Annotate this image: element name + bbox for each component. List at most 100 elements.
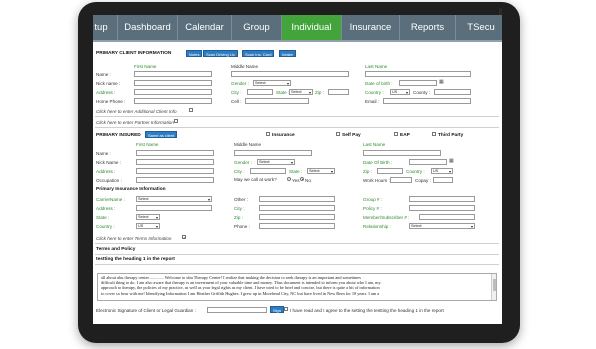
- client-first-name-header: First Name: [134, 64, 157, 69]
- nav-tab-insurance[interactable]: Insurance: [342, 15, 400, 40]
- partner-info-link[interactable]: Click here to enter Partner Information: [96, 120, 174, 125]
- client-dob-label: Date of birth :: [365, 81, 393, 86]
- insured-gender-label: Gender :: [234, 160, 252, 165]
- insurance-state-select[interactable]: Select: [136, 214, 160, 220]
- call-at-work-no-radio[interactable]: [300, 177, 304, 181]
- third-party-option-label: Third Party: [438, 133, 464, 138]
- client-cell-input[interactable]: [245, 98, 309, 104]
- client-middle-name-input[interactable]: [231, 71, 349, 77]
- insured-state-select[interactable]: Select: [307, 168, 335, 174]
- carrier-name-label: CarrierName :: [96, 197, 125, 202]
- client-gender-select[interactable]: Select: [253, 80, 291, 86]
- group-number-input[interactable]: [409, 196, 475, 202]
- self-pay-checkbox[interactable]: [336, 132, 340, 136]
- additional-client-info-checkbox[interactable]: [189, 108, 193, 112]
- scrollbar-thumb[interactable]: [493, 279, 496, 291]
- insured-city-input[interactable]: [250, 168, 286, 174]
- call-at-work-yes-label: Yes: [292, 178, 300, 183]
- member-subscriber-input[interactable]: [419, 214, 475, 220]
- insured-country-select[interactable]: US: [431, 168, 453, 174]
- insured-address-input[interactable]: [136, 168, 214, 174]
- client-county-input[interactable]: [434, 89, 471, 95]
- same-as-client-button[interactable]: Same as client: [145, 131, 178, 138]
- other-label: Other :: [234, 197, 249, 202]
- additional-client-info-link[interactable]: Click here to enter Additional Client In…: [96, 109, 177, 114]
- agree-text: I have read and I agree to the setting t…: [290, 308, 444, 313]
- client-cell-label: Cell :: [231, 99, 242, 104]
- insurance-checkbox[interactable]: [266, 132, 270, 136]
- insurance-state-label: State :: [96, 215, 110, 220]
- insured-zip-input[interactable]: [377, 168, 403, 174]
- eap-checkbox[interactable]: [394, 132, 398, 136]
- insurance-address-label: Address :: [96, 206, 116, 211]
- client-dob-input[interactable]: [399, 80, 437, 86]
- notes-button[interactable]: Notes: [186, 50, 203, 57]
- insurance-address-input[interactable]: [136, 205, 212, 211]
- sign-button[interactable]: Sign: [270, 306, 285, 313]
- client-nick-name-label: Nick name :: [96, 81, 121, 86]
- third-party-checkbox[interactable]: [432, 132, 436, 136]
- scan-insurance-card-button[interactable]: Scan Ins. Card: [242, 50, 275, 57]
- terms-subtitle: testting the heading 1 in the report: [96, 257, 175, 262]
- insurance-option-label: Insurance: [272, 133, 295, 138]
- signature-input[interactable]: [207, 307, 267, 313]
- calendar-icon[interactable]: ▦: [449, 158, 455, 164]
- insurance-country-label: Country :: [96, 224, 115, 229]
- nav-tab-reports[interactable]: Reports: [400, 15, 456, 40]
- scan-driving-license-button[interactable]: Scan Driving Lic: [203, 50, 238, 57]
- agree-checkbox[interactable]: [284, 307, 288, 311]
- carrier-name-select[interactable]: Select: [136, 196, 212, 202]
- insured-last-name-input[interactable]: [363, 150, 441, 156]
- insured-occupation-input[interactable]: [136, 177, 214, 183]
- primary-insured-title: PRIMARY INSURED: [96, 133, 141, 138]
- client-zip-label: Zip :: [315, 90, 324, 95]
- insured-state-label: State :: [289, 169, 303, 174]
- divider: [95, 127, 499, 128]
- terms-info-checkbox[interactable]: ✓: [182, 235, 186, 240]
- insurance-country-select[interactable]: US: [136, 223, 160, 229]
- insurance-zip-input[interactable]: [259, 214, 335, 220]
- insured-nick-name-input[interactable]: [136, 159, 214, 165]
- client-home-phone-input[interactable]: [134, 98, 212, 104]
- relationship-select[interactable]: Select: [409, 223, 475, 229]
- insured-middle-name-input[interactable]: [234, 150, 312, 156]
- terms-line: to cover so bear with me! Identifying In…: [101, 290, 380, 296]
- client-email-input[interactable]: [383, 98, 471, 104]
- nav-tab-dashboard[interactable]: Dashboard: [118, 15, 178, 40]
- insurance-phone-input[interactable]: [259, 223, 335, 229]
- copay-input[interactable]: [433, 177, 453, 183]
- nav-tab-individual[interactable]: Individual: [282, 15, 342, 40]
- other-input[interactable]: [259, 196, 335, 202]
- client-country-select[interactable]: US: [390, 89, 410, 95]
- insured-gender-select[interactable]: Select: [257, 159, 295, 165]
- nav-tab-group[interactable]: Group: [232, 15, 282, 40]
- call-at-work-no-label: No: [305, 178, 311, 183]
- nav-tab-setup[interactable]: tup: [93, 15, 118, 40]
- client-state-select[interactable]: Select: [289, 89, 313, 95]
- policy-number-input[interactable]: [409, 205, 475, 211]
- client-address-input[interactable]: [134, 89, 212, 95]
- partner-info-checkbox[interactable]: [174, 119, 178, 123]
- client-form: PRIMARY CLIENT INFORMATION Notes Scan Dr…: [93, 42, 502, 324]
- insured-first-name-input[interactable]: [136, 150, 214, 156]
- client-nick-name-input[interactable]: [134, 80, 212, 86]
- work-hours-input[interactable]: [390, 177, 412, 183]
- client-home-phone-label: Home Phone :: [96, 99, 126, 104]
- terms-scrollbar[interactable]: [491, 274, 496, 300]
- call-at-work-yes-radio[interactable]: [287, 177, 291, 181]
- insurance-city-input[interactable]: [259, 205, 335, 211]
- client-first-name-input[interactable]: [134, 71, 212, 77]
- terms-text-area[interactable]: all about ubu therapy center............…: [97, 273, 497, 301]
- client-address-label: Address :: [96, 90, 116, 95]
- calendar-icon[interactable]: ▦: [439, 79, 445, 85]
- nav-tab-calendar[interactable]: Calendar: [178, 15, 232, 40]
- terms-info-link[interactable]: Click here to enter Terms Information: [96, 236, 171, 241]
- client-last-name-input[interactable]: [365, 71, 471, 77]
- insured-dob-input[interactable]: [409, 159, 447, 165]
- client-middle-name-header: Middle Name: [231, 64, 259, 69]
- client-city-input[interactable]: [247, 89, 273, 95]
- insured-city-label: City :: [234, 169, 245, 174]
- nav-tab-security[interactable]: TSecu: [456, 15, 502, 40]
- client-zip-input[interactable]: [328, 89, 349, 95]
- intake-button[interactable]: Intake: [279, 50, 296, 57]
